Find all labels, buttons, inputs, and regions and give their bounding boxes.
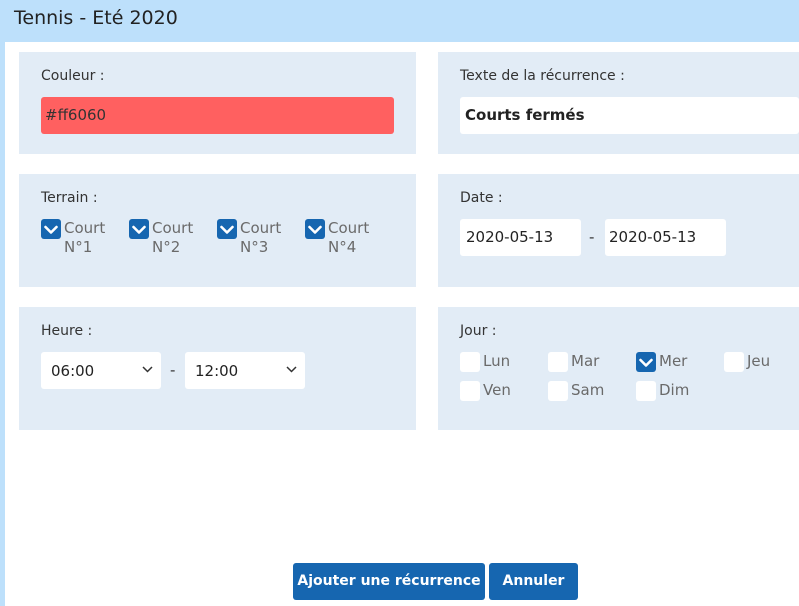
color-label: Couleur :	[41, 68, 105, 84]
day-sam-label: Sam	[571, 381, 605, 399]
court-3-label-line2: N°3	[240, 238, 269, 256]
checkbox-checked-icon[interactable]	[41, 219, 61, 239]
checkbox-checked-icon[interactable]	[217, 219, 237, 239]
recurrence-text-input[interactable]: Courts fermés	[460, 97, 799, 134]
day-mer-label: Mer	[659, 352, 688, 370]
color-input[interactable]: #ff6060	[41, 97, 394, 134]
checkbox-unchecked-icon[interactable]	[724, 352, 744, 372]
end-time-select[interactable]: 12:00	[185, 352, 305, 389]
terrain-label: Terrain :	[41, 190, 98, 206]
checkbox-checked-icon[interactable]	[305, 219, 325, 239]
chevron-down-icon	[142, 366, 153, 373]
checkbox-unchecked-icon[interactable]	[460, 381, 480, 401]
recurrence-text-label: Texte de la récurrence :	[460, 68, 625, 84]
date-end-input[interactable]: 2020-05-13	[605, 219, 726, 256]
add-recurrence-button[interactable]: Ajouter une récurrence	[293, 563, 485, 600]
day-jeu-label: Jeu	[747, 352, 771, 370]
start-time-value: 06:00	[51, 362, 95, 380]
day-dim-label: Dim	[659, 381, 690, 399]
day-lun-label: Lun	[483, 352, 511, 370]
court-3-label-line1: Court	[240, 219, 282, 237]
court-1-label-line1: Court	[64, 219, 106, 237]
court-4-label-line2: N°4	[328, 238, 357, 256]
checkbox-unchecked-icon[interactable]	[548, 352, 568, 372]
dialog-title: Tennis - Eté 2020	[14, 7, 178, 29]
checkbox-unchecked-icon[interactable]	[636, 381, 656, 401]
day-mar-label: Mar	[571, 352, 600, 370]
checkbox-checked-icon[interactable]	[636, 352, 656, 372]
start-time-select[interactable]: 06:00	[41, 352, 161, 389]
date-start-input[interactable]: 2020-05-13	[460, 219, 581, 256]
checkbox-checked-icon[interactable]	[129, 219, 149, 239]
end-time-value: 12:00	[195, 362, 239, 380]
court-2-label-line1: Court	[152, 219, 194, 237]
day-ven-label: Ven	[483, 381, 511, 399]
heure-label: Heure :	[41, 323, 93, 339]
court-4-label-line1: Court	[328, 219, 370, 237]
dialog-title-bar: Tennis - Eté 2020	[0, 0, 799, 42]
court-2-label-line2: N°2	[152, 238, 181, 256]
cancel-button[interactable]: Annuler	[489, 563, 578, 600]
checkbox-unchecked-icon[interactable]	[460, 352, 480, 372]
time-separator: -	[170, 361, 176, 379]
date-separator: -	[589, 228, 595, 246]
chevron-down-icon	[286, 366, 297, 373]
date-label: Date :	[460, 190, 503, 206]
court-1-label-line2: N°1	[64, 238, 93, 256]
jour-label: Jour :	[460, 323, 497, 339]
checkbox-unchecked-icon[interactable]	[548, 381, 568, 401]
